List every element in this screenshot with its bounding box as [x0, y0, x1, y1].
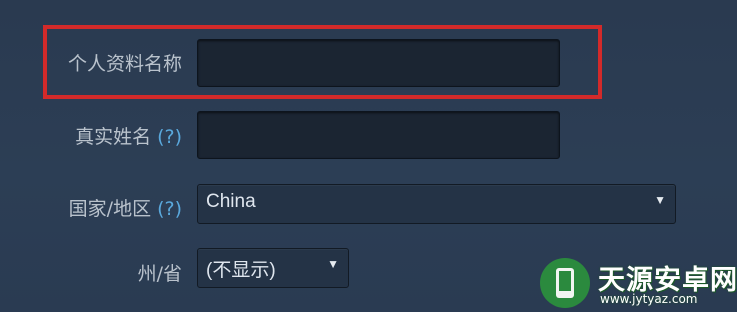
watermark: 天源安卓网 www.jytyaz.com	[540, 258, 737, 308]
chevron-down-icon: ▼	[654, 193, 666, 207]
real-name-label-wrap: 真实姓名 (?)	[75, 122, 182, 149]
country-select[interactable]: China ▼	[197, 184, 676, 224]
state-select[interactable]: (不显示) ▼	[197, 248, 349, 288]
real-name-help-link[interactable]: (?)	[157, 126, 182, 148]
watermark-url: www.jytyaz.com	[600, 292, 698, 306]
chevron-down-icon: ▼	[327, 257, 339, 271]
country-selected-value: China	[206, 191, 256, 212]
state-selected-value: (不显示)	[206, 260, 276, 281]
real-name-label: 真实姓名	[75, 126, 152, 148]
highlight-box	[43, 25, 602, 99]
android-logo-icon	[540, 258, 590, 308]
real-name-input[interactable]	[197, 111, 560, 159]
country-label: 国家/地区	[68, 198, 152, 220]
country-help-link[interactable]: (?)	[157, 198, 182, 220]
country-label-wrap: 国家/地区 (?)	[69, 194, 182, 221]
state-label: 州/省	[137, 263, 182, 285]
